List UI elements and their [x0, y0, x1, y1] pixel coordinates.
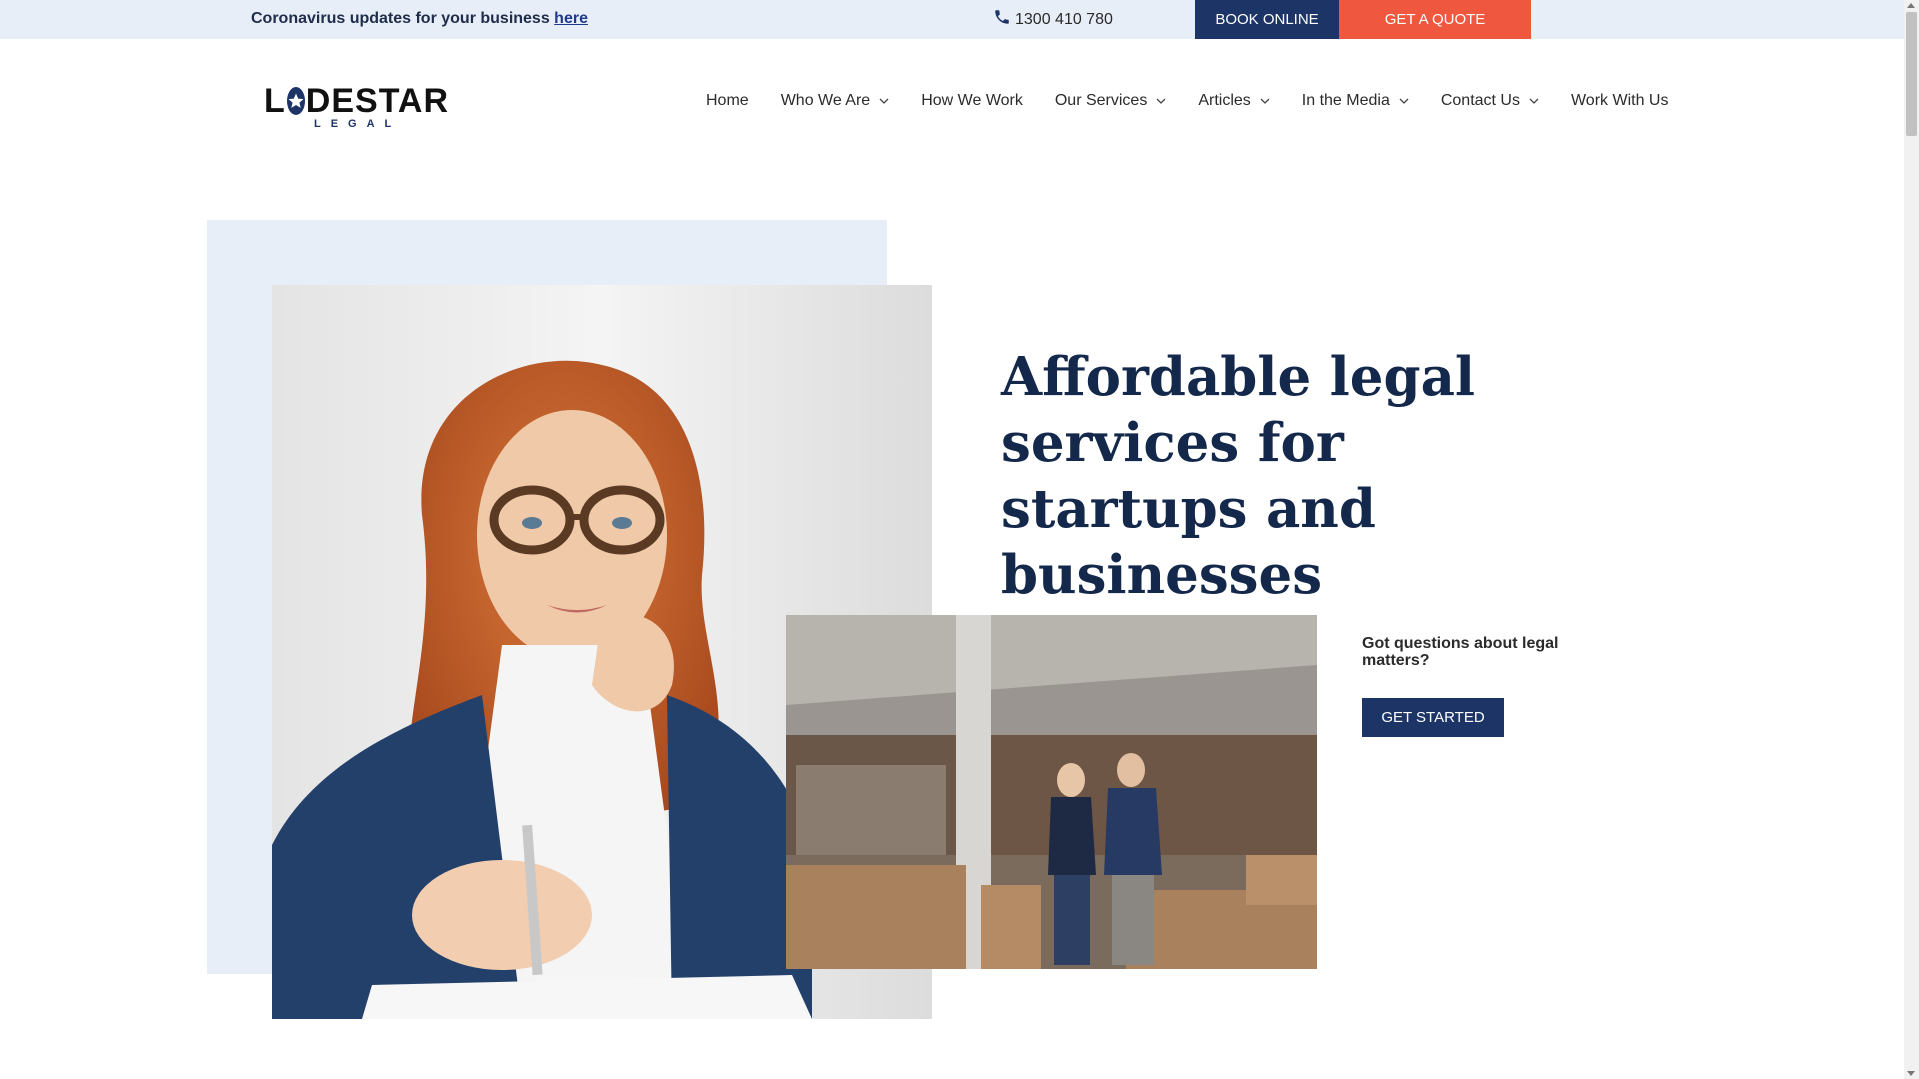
page-scrollbar[interactable]	[1904, 0, 1919, 1079]
main-nav: Home Who We Are How We Work Our Services…	[690, 89, 1684, 113]
nav-label: Who We Are	[780, 92, 871, 109]
phone-contact[interactable]: 1300 410 780	[993, 8, 1113, 31]
covid-notice: Coronavirus updates for your business he…	[251, 10, 588, 28]
scroll-down-arrow-icon[interactable]	[1907, 1071, 1915, 1076]
site-logo[interactable]: L DESTAR LEGAL	[264, 82, 448, 130]
chevron-down-icon	[1399, 98, 1409, 104]
nav-item-our-services[interactable]: Our Services	[1039, 89, 1182, 113]
nav-item-work-with-us[interactable]: Work With Us	[1555, 89, 1684, 113]
nav-item-in-the-media[interactable]: In the Media	[1286, 89, 1425, 113]
chevron-down-icon	[1156, 98, 1166, 104]
hero-title: Affordable legal services for startups a…	[1001, 346, 1476, 606]
nav-label: Work With Us	[1570, 92, 1669, 109]
nav-label: Our Services	[1054, 92, 1148, 109]
chevron-down-icon	[1260, 98, 1270, 104]
nav-label: Contact Us	[1440, 92, 1520, 109]
logo-wordmark: L DESTAR	[264, 82, 448, 120]
nav-label: Articles	[1198, 92, 1251, 109]
nav-item-how-we-work[interactable]: How We Work	[905, 89, 1039, 113]
nav-label: How We Work	[921, 92, 1023, 109]
questions-prompt: Got questions about legal matters?	[1362, 635, 1559, 669]
star-icon	[286, 87, 305, 115]
nav-item-contact-us[interactable]: Contact Us	[1425, 89, 1555, 113]
phone-icon	[993, 8, 1011, 31]
covid-notice-text: Coronavirus updates for your business	[251, 10, 555, 27]
top-bar: Coronavirus updates for your business he…	[0, 0, 1904, 39]
covid-updates-link[interactable]: here	[554, 10, 588, 27]
nav-item-home[interactable]: Home	[690, 89, 765, 113]
nav-item-who-we-are[interactable]: Who We Are	[765, 89, 906, 113]
book-online-button[interactable]: BOOK ONLINE	[1195, 0, 1339, 39]
nav-label: Home	[706, 92, 749, 109]
nav-label: In the Media	[1301, 92, 1390, 109]
phone-number: 1300 410 780	[1015, 10, 1113, 28]
get-quote-button[interactable]: GET A QUOTE	[1339, 0, 1531, 39]
chevron-down-icon	[1529, 98, 1539, 104]
nav-item-articles[interactable]: Articles	[1182, 89, 1285, 113]
hero-photo-warehouse	[786, 615, 1317, 969]
scrollbar-thumb[interactable]	[1906, 12, 1917, 136]
scroll-up-arrow-icon[interactable]	[1907, 3, 1915, 8]
logo-letter-l: L	[264, 82, 286, 120]
get-started-button[interactable]: GET STARTED	[1362, 698, 1504, 737]
chevron-down-icon	[879, 98, 889, 104]
logo-letters-destar: DESTAR	[305, 82, 450, 120]
